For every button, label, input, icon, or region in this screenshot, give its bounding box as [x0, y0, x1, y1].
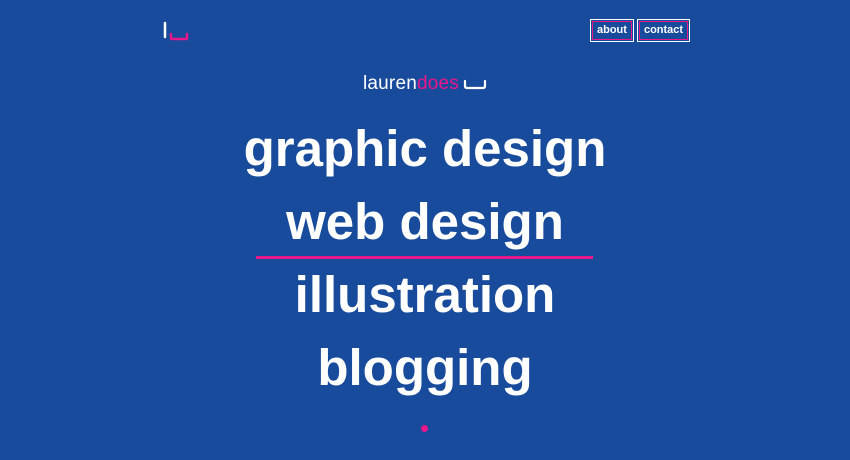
nav-about-link[interactable]: about: [590, 19, 634, 42]
service-blogging[interactable]: blogging: [0, 331, 850, 404]
brand-name: lauren: [362, 73, 417, 94]
service-web-design[interactable]: web design: [0, 185, 850, 258]
smile-icon: [463, 79, 487, 90]
scroll-indicator-dot[interactable]: [421, 425, 428, 432]
service-illustration[interactable]: illustration: [0, 258, 850, 331]
nav-contact-link[interactable]: contact: [636, 19, 691, 42]
service-graphic-design[interactable]: graphic design: [0, 112, 850, 185]
top-nav: about contact: [590, 19, 691, 42]
active-service-underline: [256, 256, 593, 259]
brand-suffix: does: [417, 73, 460, 94]
logo-mark-icon[interactable]: [161, 20, 191, 42]
brand-wordmark: laurendoes: [0, 73, 850, 95]
